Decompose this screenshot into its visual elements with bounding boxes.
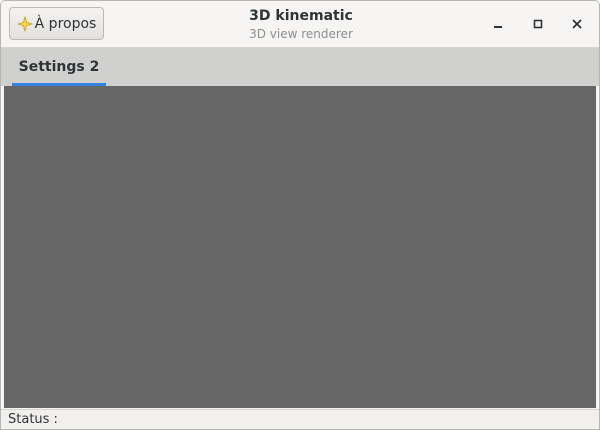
application-window: À propos 3D kinematic 3D view renderer S…	[0, 0, 600, 430]
minimize-icon	[494, 26, 502, 28]
title-block: 3D kinematic 3D view renderer	[151, 7, 451, 42]
status-bar: Status :	[1, 409, 599, 429]
tab-label: Settings 2	[18, 59, 100, 75]
star-icon	[17, 15, 33, 32]
close-button[interactable]	[565, 12, 589, 36]
close-icon	[572, 19, 582, 29]
window-subtitle: 3D view renderer	[249, 27, 353, 41]
maximize-button[interactable]	[526, 12, 550, 36]
tab-bar: Settings 2	[1, 48, 599, 86]
header-bar: À propos 3D kinematic 3D view renderer	[1, 1, 599, 48]
3d-viewport[interactable]	[4, 86, 596, 408]
minimize-button[interactable]	[486, 12, 510, 36]
maximize-icon	[533, 19, 543, 29]
about-button[interactable]: À propos	[9, 7, 104, 40]
about-button-label: À propos	[34, 15, 97, 32]
status-label: Status :	[8, 412, 58, 427]
tab-settings-2[interactable]: Settings 2	[12, 48, 106, 86]
window-title: 3D kinematic	[249, 8, 353, 24]
